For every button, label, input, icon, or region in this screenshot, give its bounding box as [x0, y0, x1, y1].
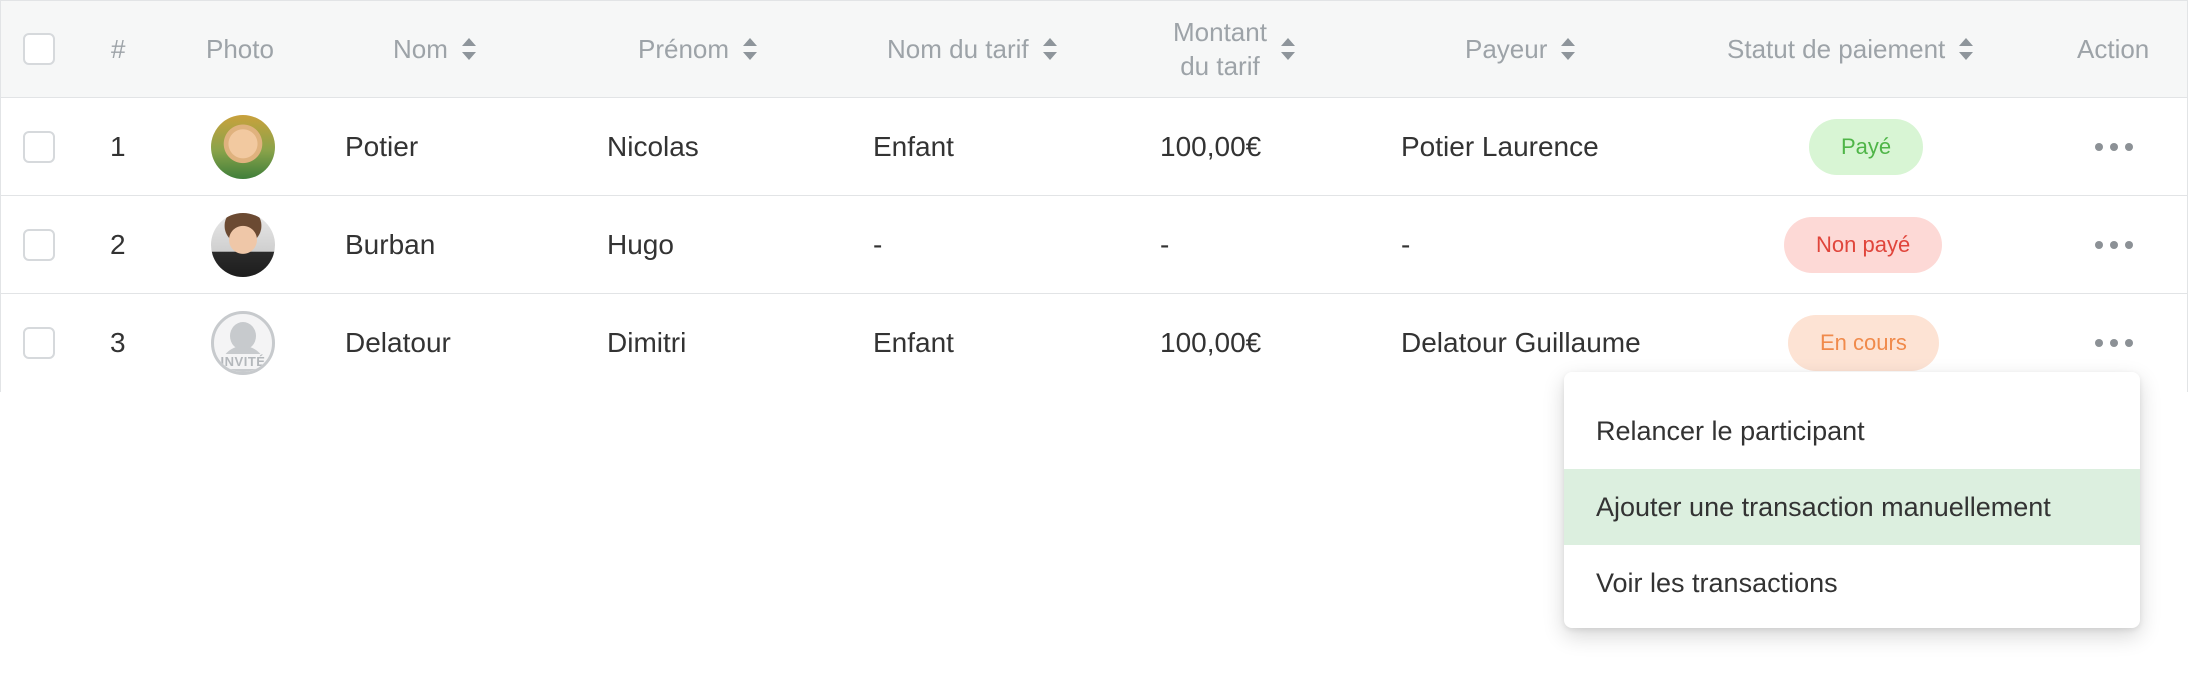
row-checkbox[interactable] — [23, 327, 55, 359]
row-photo — [211, 196, 275, 293]
header-tarif-amount[interactable]: Montant du tarif — [1173, 1, 1295, 97]
menu-item-add-manual-transaction[interactable]: Ajouter une transaction manuellement — [1564, 469, 2140, 545]
select-all-checkbox[interactable] — [23, 33, 55, 65]
header-prenom[interactable]: Prénom — [638, 1, 758, 97]
row-checkbox[interactable] — [23, 228, 55, 261]
guest-avatar-icon[interactable]: INVITÉ — [211, 311, 275, 375]
header-tarif-amount-line2: du tarif — [1180, 51, 1260, 81]
avatar[interactable] — [211, 114, 275, 179]
header-payer-label: Payeur — [1465, 33, 1548, 64]
sort-icon[interactable] — [1959, 38, 1974, 60]
row-nom: Burban — [345, 228, 436, 260]
more-horizontal-icon[interactable] — [2095, 142, 2133, 151]
header-action: Action — [2077, 33, 2150, 64]
row-action — [2095, 98, 2133, 195]
row-prenom: Dimitri — [607, 327, 687, 358]
row-payer: Potier Laurence — [1401, 130, 1599, 162]
header-tarif-amount-line1: Montant — [1173, 17, 1267, 47]
row-action — [2095, 196, 2133, 293]
row-tarif-name: Enfant — [873, 327, 954, 358]
header-tarif-amount-label: Montant du tarif — [1173, 15, 1267, 83]
sort-icon[interactable] — [1042, 38, 1057, 60]
row-checkbox[interactable] — [23, 130, 55, 163]
header-prenom-label: Prénom — [638, 33, 730, 64]
sort-icon[interactable] — [1280, 38, 1295, 60]
row-tarif-amount: - — [1160, 228, 1170, 260]
row-select-cell — [23, 98, 55, 195]
row-status-cell: Non payé — [1784, 196, 1943, 293]
header-nom[interactable]: Nom — [393, 1, 476, 97]
more-horizontal-icon[interactable] — [2095, 339, 2133, 347]
row-prenom: Nicolas — [607, 130, 699, 162]
row-select-cell — [23, 196, 55, 293]
participants-table: # Photo Nom Prénom Nom du tarif Montant … — [0, 0, 2188, 392]
avatar[interactable] — [211, 212, 275, 277]
row-nom: Potier — [345, 130, 419, 162]
row-payer: - — [1401, 228, 1411, 260]
header-payer[interactable]: Payeur — [1465, 1, 1576, 97]
status-badge: Non payé — [1784, 216, 1943, 273]
header-select-all — [23, 1, 55, 97]
sort-icon[interactable] — [743, 38, 758, 60]
header-tarif-name-label: Nom du tarif — [887, 33, 1029, 64]
menu-item-remind-participant[interactable]: Relancer le participant — [1564, 393, 2140, 469]
header-nom-label: Nom — [393, 33, 448, 64]
row-index: 3 — [110, 327, 126, 358]
row-photo: INVITÉ — [211, 294, 275, 392]
sort-icon[interactable] — [461, 38, 476, 60]
row-select-cell — [23, 294, 55, 392]
header-payment-status[interactable]: Statut de paiement — [1727, 1, 1974, 97]
row-prenom: Hugo — [607, 228, 674, 260]
sort-icon[interactable] — [1561, 38, 1576, 60]
header-payment-status-label: Statut de paiement — [1727, 33, 1946, 64]
action-dropdown-menu: Relancer le participant Ajouter une tran… — [1564, 372, 2140, 628]
status-badge: En cours — [1788, 315, 1939, 371]
row-index: 2 — [110, 228, 126, 260]
table-row[interactable]: 2 Burban Hugo - - - Non payé — [1, 196, 2187, 294]
row-tarif-amount: 100,00€ — [1160, 130, 1262, 162]
row-nom: Delatour — [345, 327, 451, 358]
header-index: # — [111, 33, 126, 64]
table-header: # Photo Nom Prénom Nom du tarif Montant … — [1, 1, 2187, 98]
row-status-cell: Payé — [1809, 98, 1924, 195]
header-tarif-name[interactable]: Nom du tarif — [887, 1, 1057, 97]
row-tarif-name: Enfant — [873, 130, 954, 162]
guest-label: INVITÉ — [214, 354, 272, 369]
row-tarif-name: - — [873, 228, 883, 260]
row-photo — [211, 98, 275, 195]
row-tarif-amount: 100,00€ — [1160, 327, 1262, 358]
header-photo: Photo — [206, 33, 274, 64]
more-horizontal-icon[interactable] — [2095, 240, 2133, 249]
row-index: 1 — [110, 130, 126, 162]
table-row[interactable]: 1 Potier Nicolas Enfant 100,00€ Potier L… — [1, 98, 2187, 196]
menu-item-view-transactions[interactable]: Voir les transactions — [1564, 545, 2140, 621]
status-badge: Payé — [1809, 118, 1924, 175]
